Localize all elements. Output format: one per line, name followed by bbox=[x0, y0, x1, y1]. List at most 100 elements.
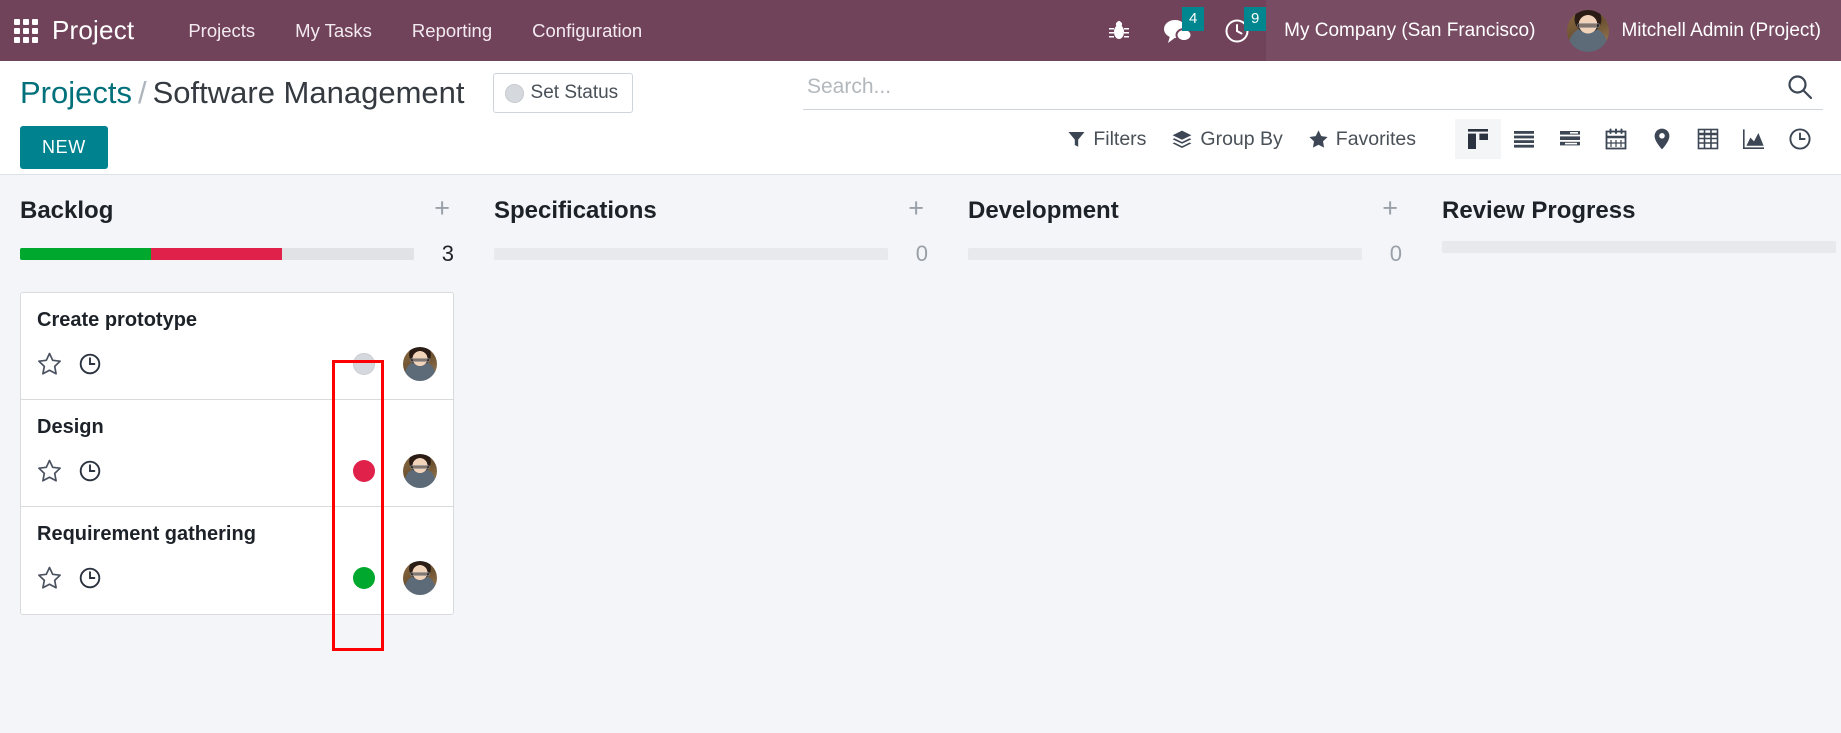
control-panel-left: Projects / Software Management Set Status … bbox=[20, 61, 634, 169]
calendar-view-button[interactable] bbox=[1593, 119, 1639, 159]
activities-clock-icon[interactable]: 9 bbox=[1224, 0, 1267, 61]
kanban-column-count[interactable]: 0 bbox=[902, 241, 928, 267]
favorites-label: Favorites bbox=[1335, 127, 1416, 150]
progress-segment-empty[interactable] bbox=[1442, 241, 1836, 253]
kanban-progress-bar[interactable] bbox=[494, 248, 888, 260]
apps-grid-icon[interactable] bbox=[14, 18, 38, 43]
kanban-column: Development +0 bbox=[948, 175, 1422, 267]
user-menu[interactable]: Mitchell Admin (Project) bbox=[1553, 0, 1841, 61]
kanban-column-count[interactable]: 3 bbox=[428, 241, 454, 267]
control-panel-right: Filters Group By Favorites bbox=[801, 61, 1823, 159]
kanban-column-progress-row: 0 bbox=[948, 225, 1422, 267]
breadcrumb-row: Projects / Software Management Set Status bbox=[20, 61, 634, 113]
kanban-column-add-button[interactable]: + bbox=[904, 195, 928, 222]
avatar[interactable] bbox=[403, 454, 437, 488]
kanban-column-count[interactable]: 0 bbox=[1376, 241, 1402, 267]
company-switcher[interactable]: My Company (San Francisco) bbox=[1266, 0, 1554, 61]
kanban-card-title: Create prototype bbox=[37, 309, 198, 331]
filters-button[interactable]: Filters bbox=[1055, 123, 1159, 156]
search-bar[interactable] bbox=[803, 61, 1823, 110]
clock-icon[interactable] bbox=[78, 352, 102, 376]
graph-view-button[interactable] bbox=[1731, 119, 1777, 159]
activity-view-button[interactable] bbox=[1777, 119, 1823, 159]
avatar[interactable] bbox=[403, 347, 437, 381]
kanban-card-stack: Create prototype Design Requirement gather… bbox=[20, 292, 454, 615]
progress-segment-blocked[interactable] bbox=[151, 248, 283, 260]
breadcrumb-item-projects[interactable]: Projects bbox=[20, 75, 132, 110]
favorites-button[interactable]: Favorites bbox=[1296, 123, 1429, 156]
task-state-dot[interactable] bbox=[353, 567, 375, 589]
activities-badge: 9 bbox=[1244, 7, 1267, 31]
filters-label: Filters bbox=[1093, 127, 1147, 150]
top-navbar: Project Projects My Tasks Reporting Conf… bbox=[0, 0, 1841, 61]
messages-badge: 4 bbox=[1182, 7, 1205, 31]
kanban-column-add-button[interactable]: + bbox=[1378, 195, 1402, 222]
pivot-view-button[interactable] bbox=[1685, 119, 1731, 159]
user-menu-label: Mitchell Admin (Project) bbox=[1621, 19, 1821, 41]
progress-segment-done[interactable] bbox=[20, 248, 152, 260]
star-outline-icon[interactable] bbox=[37, 459, 62, 483]
page-title: Software Management bbox=[152, 75, 465, 110]
map-view-button[interactable] bbox=[1639, 119, 1685, 159]
nav-menu-configuration[interactable]: Configuration bbox=[512, 0, 662, 61]
kanban-card-footer bbox=[37, 454, 437, 488]
kanban-column-title[interactable]: Backlog bbox=[20, 197, 113, 225]
kanban-card[interactable]: Create prototype bbox=[21, 293, 453, 400]
messages-icon[interactable]: 4 bbox=[1162, 0, 1205, 61]
kanban-column-progress-row: 3 bbox=[0, 225, 474, 267]
clock-icon[interactable] bbox=[78, 459, 102, 483]
kanban-column-progress-row: 0 bbox=[474, 225, 948, 267]
status-circle-icon bbox=[504, 83, 524, 103]
task-state-dot[interactable] bbox=[353, 460, 375, 482]
kanban-column-header: Review Progress bbox=[1422, 175, 1841, 225]
toolbar: Filters Group By Favorites bbox=[801, 110, 1823, 159]
avatar bbox=[1567, 9, 1610, 52]
kanban-column-header: Specifications + bbox=[474, 175, 948, 225]
kanban-column-add-button[interactable]: + bbox=[430, 195, 454, 222]
kanban-column-header: Backlog + bbox=[0, 175, 474, 225]
set-status-label: Set Status bbox=[530, 82, 619, 103]
kanban-card-title: Requirement gathering bbox=[37, 523, 256, 545]
kanban-card-footer bbox=[37, 561, 437, 595]
nav-menu-my-tasks[interactable]: My Tasks bbox=[275, 0, 392, 61]
star-outline-icon[interactable] bbox=[37, 352, 62, 376]
set-status-button[interactable]: Set Status bbox=[492, 73, 634, 113]
gantt-view-button[interactable] bbox=[1547, 119, 1593, 159]
kanban-progress-bar[interactable] bbox=[1442, 241, 1836, 253]
star-icon bbox=[1309, 130, 1328, 148]
breadcrumb: Projects / Software Management bbox=[20, 75, 465, 111]
nav-menu-reporting[interactable]: Reporting bbox=[392, 0, 512, 61]
progress-segment-empty[interactable] bbox=[494, 248, 888, 260]
avatar[interactable] bbox=[403, 561, 437, 595]
nav-menu-projects[interactable]: Projects bbox=[168, 0, 275, 61]
search-input[interactable] bbox=[803, 74, 1782, 99]
search-icon[interactable] bbox=[1782, 73, 1817, 100]
kanban-column-title[interactable]: Specifications bbox=[494, 197, 657, 225]
new-button[interactable]: NEW bbox=[20, 126, 108, 169]
kanban-column: Review Progress bbox=[1422, 175, 1841, 253]
star-outline-icon[interactable] bbox=[37, 566, 62, 590]
group-by-button[interactable]: Group By bbox=[1159, 123, 1295, 156]
kanban-progress-bar[interactable] bbox=[20, 248, 414, 260]
kanban-column-progress-row bbox=[1422, 225, 1841, 253]
bug-icon[interactable] bbox=[1108, 0, 1130, 61]
kanban-board: Backlog +3 Create prototype Design Requireme… bbox=[0, 175, 1841, 733]
progress-segment-normal[interactable] bbox=[282, 248, 414, 260]
clock-icon[interactable] bbox=[78, 566, 102, 590]
kanban-column-title[interactable]: Development bbox=[968, 197, 1119, 225]
breadcrumb-separator: / bbox=[137, 75, 147, 110]
kanban-view-button[interactable] bbox=[1455, 119, 1501, 159]
control-panel: Projects / Software Management Set Status … bbox=[0, 61, 1841, 175]
kanban-card[interactable]: Design bbox=[21, 400, 453, 507]
kanban-progress-bar[interactable] bbox=[968, 248, 1362, 260]
app-brand-project[interactable]: Project bbox=[52, 15, 134, 46]
group-by-label: Group By bbox=[1200, 127, 1283, 150]
task-state-dot[interactable] bbox=[353, 353, 375, 375]
list-view-button[interactable] bbox=[1501, 119, 1547, 159]
kanban-card[interactable]: Requirement gathering bbox=[21, 507, 453, 614]
kanban-column-header: Development + bbox=[948, 175, 1422, 225]
progress-segment-empty[interactable] bbox=[968, 248, 1362, 260]
kanban-column: Backlog +3 Create prototype Design Requireme… bbox=[0, 175, 474, 615]
kanban-card-title: Design bbox=[37, 416, 104, 438]
kanban-column-title[interactable]: Review Progress bbox=[1442, 197, 1635, 225]
